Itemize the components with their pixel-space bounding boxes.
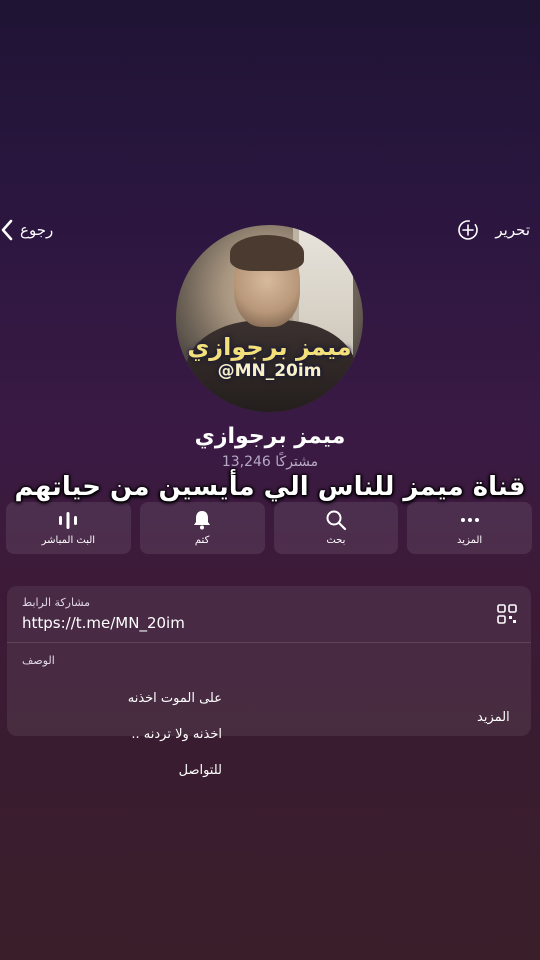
search-button[interactable]: بحث bbox=[273, 502, 399, 554]
description-line: للتواصل bbox=[178, 763, 222, 778]
more-dots-icon bbox=[460, 518, 479, 522]
description-caption: الوصف bbox=[22, 654, 55, 667]
avatar-handle-text: @MN_20im bbox=[217, 361, 322, 381]
description-more-link[interactable]: المزيد bbox=[477, 710, 510, 725]
overlay-caption: قناة ميمز للناس الي مأيسين من حياتهم bbox=[14, 472, 526, 502]
mute-label: كتم bbox=[194, 535, 210, 546]
bell-icon bbox=[194, 511, 211, 530]
back-button[interactable]: رجوع bbox=[0, 218, 53, 242]
share-link-section[interactable]: مشاركة الرابط https://t.me/MN_20im bbox=[7, 586, 531, 642]
channel-description: على الموت اخذنه اخذنه ولا تردنه .. للتوا… bbox=[22, 672, 222, 798]
more-button[interactable]: المزيد bbox=[407, 502, 532, 554]
channel-info-card: مشاركة الرابط https://t.me/MN_20im الوصف… bbox=[7, 586, 531, 778]
search-icon bbox=[326, 510, 346, 531]
channel-link[interactable]: https://t.me/MN_20im bbox=[22, 614, 185, 632]
subscriber-count: 13,246 مشتركًا bbox=[221, 454, 319, 470]
add-circle-icon[interactable] bbox=[457, 219, 479, 241]
description-line: على الموت اخذنه bbox=[127, 691, 222, 706]
info-divider bbox=[7, 642, 531, 643]
live-stream-label: البث المباشر bbox=[41, 535, 96, 546]
more-label: المزيد bbox=[457, 535, 483, 546]
mute-button[interactable]: كتم bbox=[139, 502, 265, 554]
channel-name: ميمز برجوازي bbox=[194, 424, 346, 449]
avatar-brand-text: ميمز برجوازي bbox=[187, 333, 352, 361]
description-line: اخذنه ولا تردنه .. bbox=[131, 727, 222, 742]
channel-avatar[interactable]: ميمز برجوازي @MN_20im bbox=[176, 225, 363, 412]
qr-code-icon[interactable] bbox=[496, 603, 518, 625]
back-label: رجوع bbox=[20, 221, 54, 239]
chevron-left-icon bbox=[1, 219, 13, 241]
avatar-hair bbox=[230, 235, 304, 271]
action-bar: البث المباشر كتم بحث المزيد bbox=[6, 502, 532, 554]
live-stream-button[interactable]: البث المباشر bbox=[6, 502, 131, 554]
live-stream-icon bbox=[59, 512, 78, 529]
share-link-caption: مشاركة الرابط bbox=[22, 596, 91, 609]
edit-button[interactable]: تحرير bbox=[495, 221, 530, 239]
search-label: بحث bbox=[326, 535, 346, 546]
